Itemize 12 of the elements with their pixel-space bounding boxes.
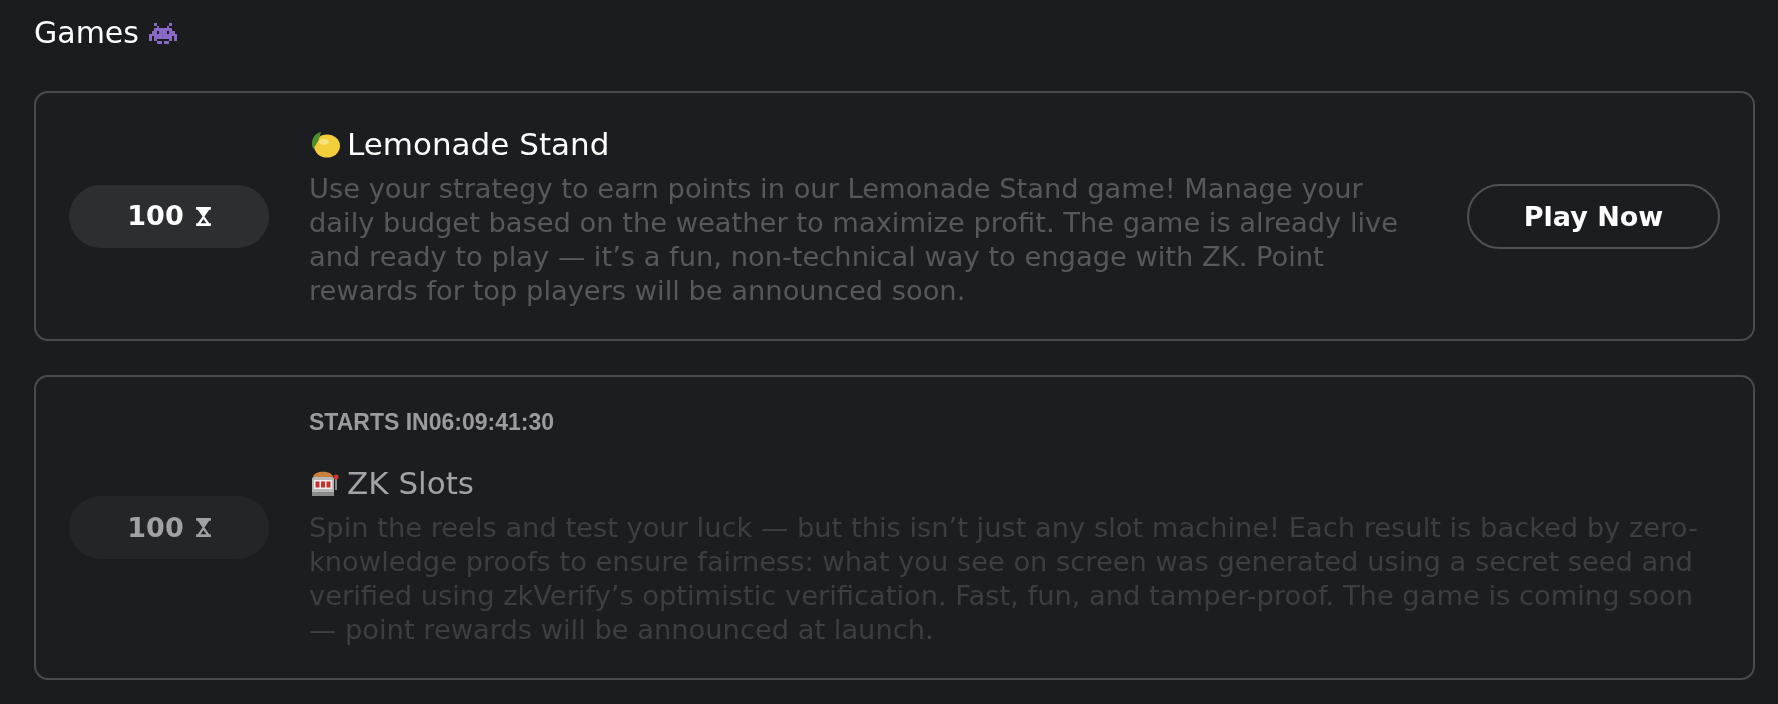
game-title: ZK Slots <box>347 464 474 503</box>
game-description: Use your strategy to earn points in our Lemonade Stand game! Manage your daily budget based on the weather to maximize profit. The game is already live and ready to play — it’s a fun, non-technical way to engage with ZK. Point rewards for top players will be announced soon. <box>309 172 1400 308</box>
section-title: Games <box>34 14 139 52</box>
hourglass-icon <box>195 206 211 226</box>
game-title: Lemonade Stand <box>347 125 610 164</box>
hourglass-icon <box>195 518 211 537</box>
points-value: 100 <box>127 200 184 232</box>
lemon-icon <box>309 129 341 159</box>
countdown-label: STARTS IN06:09:41:30 <box>309 408 554 436</box>
play-now-button[interactable]: Play Now <box>1467 183 1720 249</box>
points-value: 100 <box>127 511 184 544</box>
space-invader-icon <box>148 22 177 44</box>
